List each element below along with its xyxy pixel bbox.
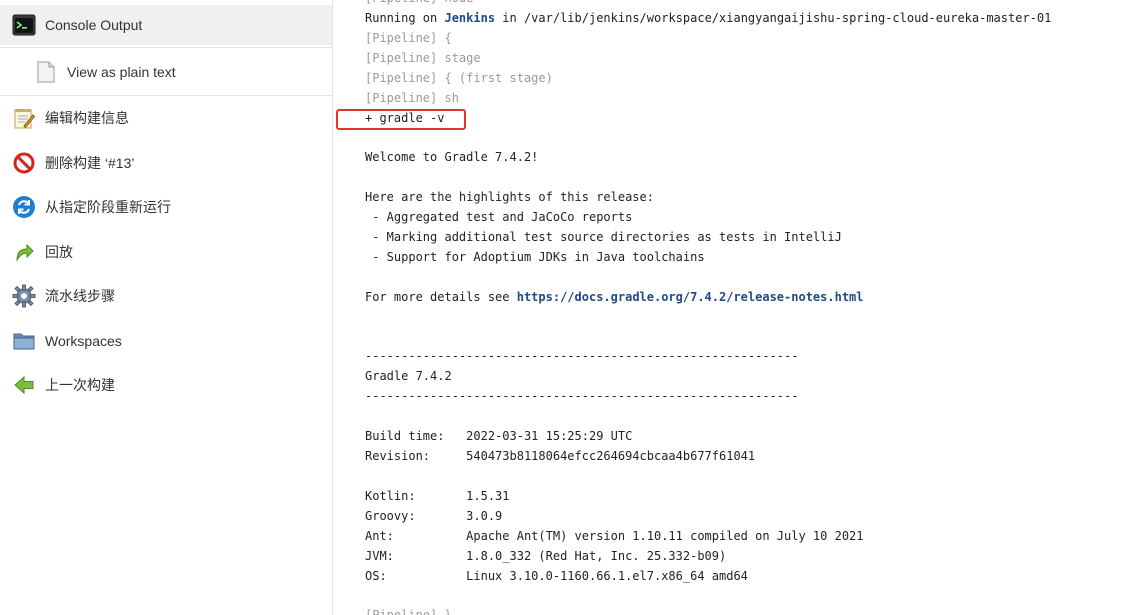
console-line: - Support for Adoptium JDKs in Java tool… <box>365 250 705 264</box>
sidebar-item-label: Workspaces <box>45 333 122 349</box>
replay-arrow-icon <box>12 240 36 264</box>
sidebar-item-label: 删除构建 ‘#13’ <box>45 155 135 171</box>
console-line: OS: Linux 3.10.0-1160.66.1.el7.x86_64 am… <box>365 569 748 583</box>
left-arrow-icon <box>12 373 36 397</box>
notepad-pencil-icon <box>12 106 36 130</box>
sidebar-item-workspaces[interactable]: Workspaces <box>0 321 332 361</box>
console-output: [Pipeline] node Running on Jenkins in /v… <box>365 0 1125 615</box>
sidebar-item-label: 编辑构建信息 <box>45 110 129 126</box>
sidebar-item-label: 上一次构建 <box>45 377 115 393</box>
sidebar-item-restart-from-stage[interactable]: 从指定阶段重新运行 <box>0 187 332 227</box>
no-entry-icon <box>12 151 36 175</box>
highlight-annotation-box <box>336 109 466 130</box>
refresh-icon <box>12 195 36 219</box>
sidebar-item-delete-build[interactable]: 删除构建 ‘#13’ <box>0 143 332 183</box>
sidebar-item-edit-build-info[interactable]: 编辑构建信息 <box>0 98 332 138</box>
sidebar-item-pipeline-steps[interactable]: 流水线步骤 <box>0 276 332 316</box>
jenkins-node-link[interactable]: Jenkins <box>444 11 495 25</box>
console-line: Revision: 540473b8118064efcc264694cbcaa4… <box>365 449 756 463</box>
console-line: - Marking additional test source directo… <box>365 230 842 244</box>
console-line: [Pipeline] } <box>365 608 452 615</box>
console-line: Here are the highlights of this release: <box>365 190 654 204</box>
console-line: [Pipeline] { <box>365 31 452 45</box>
sidebar-divider <box>332 0 333 615</box>
sidebar-item-label: 从指定阶段重新运行 <box>45 199 171 215</box>
divider <box>0 95 332 96</box>
console-text: For more details see <box>365 290 517 304</box>
console-line: ----------------------------------------… <box>365 389 799 403</box>
console-line: Build time: 2022-03-31 15:25:29 UTC <box>365 429 633 443</box>
release-notes-link[interactable]: https://docs.gradle.org/7.4.2/release-no… <box>517 290 864 304</box>
console-line-more: For more details see https://docs.gradle… <box>365 287 864 307</box>
console-line: - Aggregated test and JaCoCo reports <box>365 210 633 224</box>
console-line: ----------------------------------------… <box>365 349 799 363</box>
console-line: [Pipeline] stage <box>365 51 481 65</box>
sidebar-item-label: Console Output <box>45 17 143 33</box>
sidebar-item-console-output[interactable]: Console Output <box>0 5 332 45</box>
console-line: [Pipeline] node <box>365 0 473 8</box>
gear-icon <box>12 284 36 308</box>
console-line-running: Running on Jenkins in /var/lib/jenkins/w… <box>365 8 1051 28</box>
divider <box>0 47 332 48</box>
sidebar-item-label: 回放 <box>45 244 73 260</box>
console-text: Running on <box>365 11 445 25</box>
sidebar-item-label: View as plain text <box>67 64 176 80</box>
sidebar-item-previous-build[interactable]: 上一次构建 <box>0 365 332 405</box>
console-text: in /var/lib/jenkins/workspace/xiangyanga… <box>495 11 1052 25</box>
console-line: Welcome to Gradle 7.4.2! <box>365 150 539 164</box>
console-line: Gradle 7.4.2 <box>365 369 452 383</box>
console-line: JVM: 1.8.0_332 (Red Hat, Inc. 25.332-b09… <box>365 549 727 563</box>
sidebar: Console Output View as plain text 编辑构建信息 <box>0 0 332 615</box>
sidebar-item-view-plain-text[interactable]: View as plain text <box>0 52 332 92</box>
terminal-icon <box>12 13 36 37</box>
sidebar-item-label: 流水线步骤 <box>45 288 115 304</box>
document-icon <box>34 60 58 84</box>
sidebar-item-replay[interactable]: 回放 <box>0 232 332 272</box>
folder-icon <box>12 329 36 353</box>
console-line: [Pipeline] sh <box>365 91 459 105</box>
console-line: Groovy: 3.0.9 <box>365 509 503 523</box>
console-line: Kotlin: 1.5.31 <box>365 489 510 503</box>
console-line: [Pipeline] { (first stage) <box>365 71 553 85</box>
console-line: Ant: Apache Ant(TM) version 1.10.11 comp… <box>365 529 864 543</box>
